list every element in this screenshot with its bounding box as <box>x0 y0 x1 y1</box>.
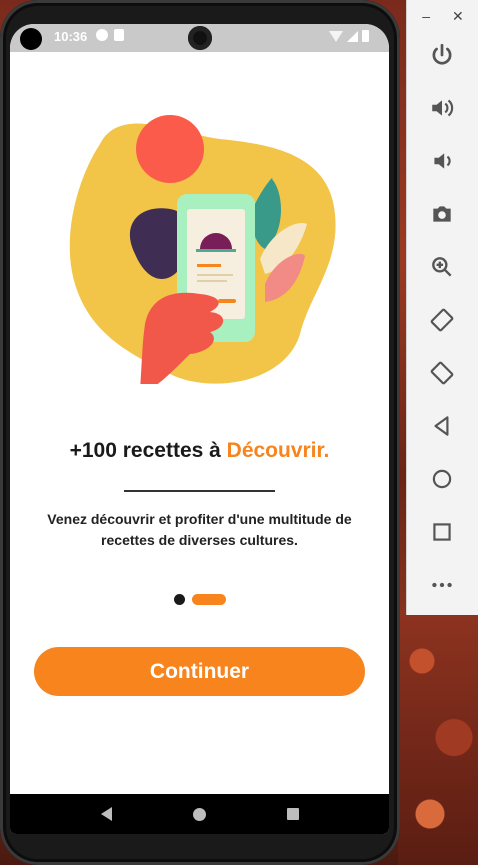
toolbar-window-controls: – ✕ <box>407 8 478 25</box>
battery-icon <box>362 30 369 42</box>
zoom-icon <box>432 257 452 277</box>
screenshot-button[interactable] <box>427 199 457 229</box>
zoom-button[interactable] <box>427 252 457 282</box>
continue-button[interactable]: Continuer <box>34 647 365 696</box>
system-status-icons <box>329 30 369 42</box>
emulator-toolbar: – ✕ <box>406 0 478 615</box>
volume-down-button[interactable] <box>427 146 457 176</box>
emulator-camera <box>188 26 212 50</box>
overview-button[interactable] <box>427 517 457 547</box>
home-icon <box>432 469 452 489</box>
page-indicator <box>174 594 226 605</box>
minimize-button[interactable]: – <box>422 8 430 25</box>
volume-up-button[interactable] <box>427 93 457 123</box>
page-dot-inactive[interactable] <box>174 594 185 605</box>
home-button[interactable] <box>427 464 457 494</box>
divider <box>124 490 275 492</box>
onboarding-headline: +100 recettes à Découvrir. <box>10 439 389 463</box>
headline-accent: Découvrir. <box>226 439 330 462</box>
more-button[interactable] <box>427 570 457 600</box>
punch-hole-camera <box>20 28 42 50</box>
wifi-icon <box>329 30 343 42</box>
status-bar: 10:36 <box>10 24 389 52</box>
volume-down-icon <box>434 153 451 169</box>
more-icon <box>432 582 452 588</box>
page-dot-active[interactable] <box>192 594 226 605</box>
status-time: 10:36 <box>54 29 88 44</box>
power-icon <box>432 43 452 65</box>
rotate-right-icon <box>430 361 454 385</box>
back-icon <box>434 416 449 436</box>
rotate-left-button[interactable] <box>427 305 457 335</box>
desktop-wallpaper <box>398 610 478 865</box>
illustration-sun <box>136 115 204 183</box>
headline-prefix: +100 recettes à <box>69 439 227 462</box>
notification-icons <box>96 29 124 41</box>
power-button[interactable] <box>427 40 457 70</box>
back-button[interactable] <box>427 411 457 441</box>
notification-icon <box>96 29 108 41</box>
close-button[interactable]: ✕ <box>452 8 464 25</box>
onboarding-subtitle: Venez découvrir et profiter d'une multit… <box>47 511 352 548</box>
rotate-right-button[interactable] <box>427 358 457 388</box>
overview-icon <box>433 523 451 541</box>
rotate-left-icon <box>430 308 454 332</box>
nav-home-icon[interactable] <box>192 807 206 821</box>
camera-icon <box>433 206 451 222</box>
volume-up-icon <box>432 99 454 117</box>
nav-back-icon[interactable] <box>100 807 112 821</box>
sd-card-icon <box>114 29 124 41</box>
device-frame: 10:36 +100 recettes à Découvrir. Venez d… <box>0 0 400 865</box>
system-nav-bar <box>10 794 389 834</box>
nav-recents-icon[interactable] <box>286 808 299 820</box>
signal-icon <box>347 30 358 42</box>
onboarding-illustration <box>69 115 336 384</box>
app-screen: 10:36 +100 recettes à Découvrir. Venez d… <box>10 24 389 834</box>
